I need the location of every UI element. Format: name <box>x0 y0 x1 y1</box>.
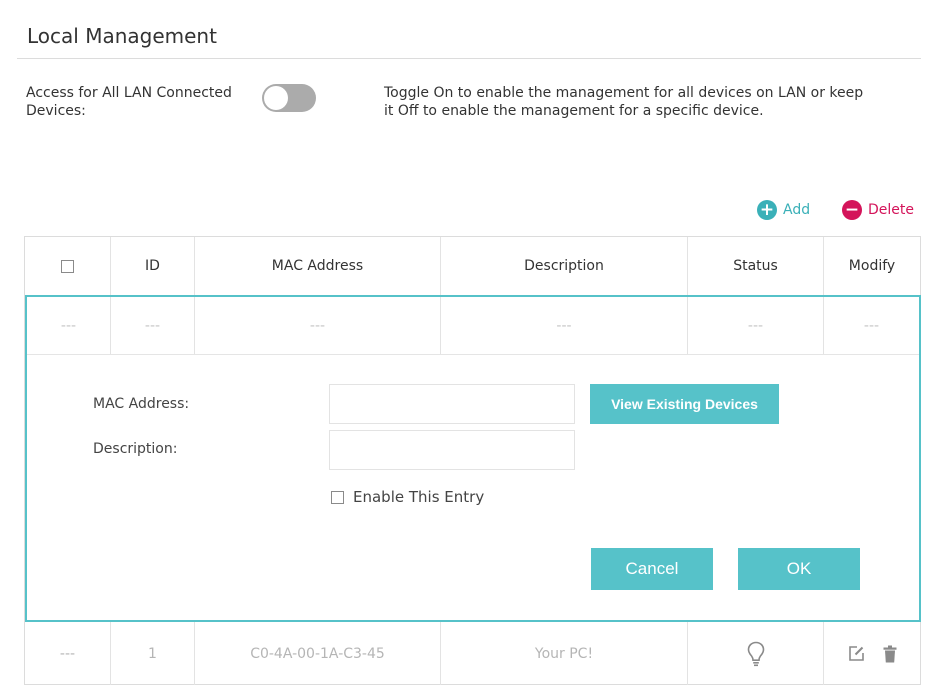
add-button[interactable]: + Add <box>757 200 810 220</box>
row-description: Your PC! <box>534 645 594 662</box>
new-entry-mac: --- <box>309 317 326 334</box>
access-all-lan-toggle[interactable] <box>262 84 316 112</box>
bulb-icon[interactable] <box>747 641 765 667</box>
delete-label: Delete <box>868 202 914 218</box>
table-row: --- 1 C0-4A-00-1A-C3-45 Your PC! <box>25 622 920 685</box>
cancel-button[interactable]: Cancel <box>591 548 713 590</box>
new-entry-status: --- <box>747 317 764 334</box>
table-row-new-entry: --- --- --- --- --- --- <box>27 297 919 355</box>
enable-entry-option[interactable]: Enable This Entry <box>331 488 484 506</box>
new-entry-modify: --- <box>863 317 880 334</box>
trash-icon[interactable] <box>883 645 897 663</box>
plus-circle-icon: + <box>757 200 777 220</box>
add-label: Add <box>783 202 811 218</box>
enable-entry-label: Enable This Entry <box>353 488 485 506</box>
header-id[interactable]: ID <box>111 237 194 295</box>
header-description[interactable]: Description <box>441 237 687 295</box>
access-all-lan-label: Access for All LAN Connected Devices: <box>26 85 232 119</box>
header-modify[interactable]: Modify <box>824 237 920 295</box>
view-existing-devices-button[interactable]: View Existing Devices <box>590 384 779 424</box>
title-divider <box>17 58 921 59</box>
header-status[interactable]: Status <box>688 237 823 295</box>
table-header-row: ID MAC Address Description Status Modify <box>25 237 920 295</box>
mac-address-input[interactable] <box>329 384 575 424</box>
row-mac-address: C0-4A-00-1A-C3-45 <box>250 645 385 662</box>
enable-entry-checkbox[interactable] <box>331 490 344 504</box>
description-input[interactable] <box>329 430 575 470</box>
mac-address-label: MAC Address: <box>93 396 190 412</box>
toggle-hint-text: Toggle On to enable the management for a… <box>384 85 864 119</box>
new-entry-select: --- <box>60 317 77 334</box>
row-id: 1 <box>148 645 157 662</box>
toggle-knob <box>264 86 288 110</box>
row-status <box>688 622 823 685</box>
edit-icon[interactable] <box>848 645 865 662</box>
header-mac-address[interactable]: MAC Address <box>195 237 440 295</box>
row-modify <box>824 622 920 685</box>
new-entry-id: --- <box>144 317 161 334</box>
delete-button[interactable]: − Delete <box>842 200 914 220</box>
description-label: Description: <box>93 441 178 457</box>
select-all-checkbox[interactable] <box>61 259 74 273</box>
new-entry-description: --- <box>556 317 572 334</box>
row-select: --- <box>59 645 76 662</box>
ok-button[interactable]: OK <box>738 548 860 590</box>
minus-circle-icon: − <box>842 200 862 220</box>
header-select-cell <box>25 237 110 295</box>
page-title: Local Management <box>27 24 217 48</box>
